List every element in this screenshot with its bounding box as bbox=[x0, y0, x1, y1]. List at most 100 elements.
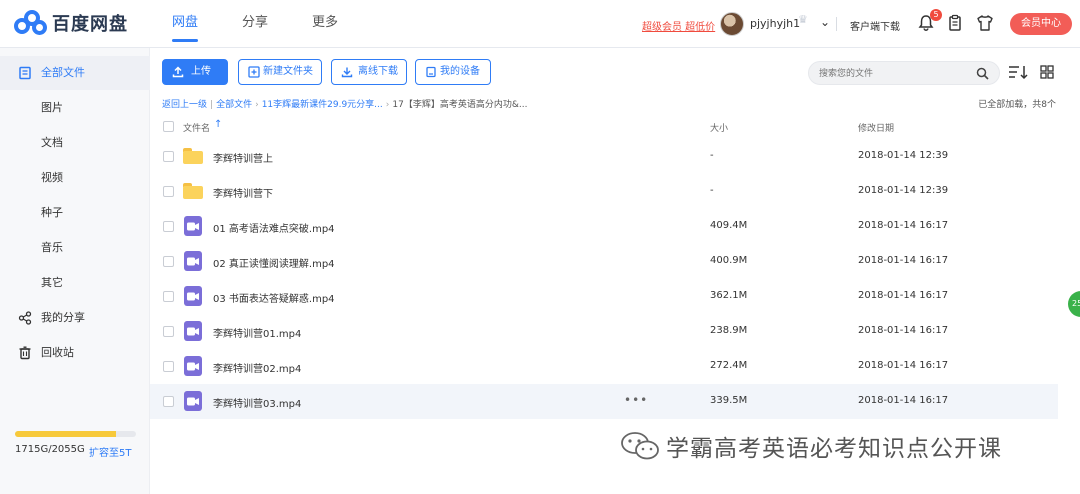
sidebar-item-label: 回收站 bbox=[41, 346, 74, 359]
file-name[interactable]: 02 真正读懂阅读理解.mp4 bbox=[213, 255, 335, 270]
sidebar-item-label: 文档 bbox=[41, 136, 63, 149]
breadcrumb-current: 17【李辉】高考英语高分内功&... bbox=[392, 100, 528, 110]
folder-icon bbox=[183, 181, 203, 201]
file-size: 238.9M bbox=[710, 325, 748, 336]
table-row[interactable]: 02 真正读懂阅读理解.mp4 400.9M 2018-01-14 16:17 bbox=[150, 244, 1058, 279]
sidebar: 全部文件 图片 文档 视频 种子 音乐 其它 我的分享 回收站 1715G/20… bbox=[0, 48, 150, 494]
row-checkbox[interactable] bbox=[163, 326, 174, 337]
select-all-checkbox[interactable] bbox=[163, 121, 174, 132]
sidebar-item-torrents[interactable]: 种子 bbox=[0, 196, 150, 230]
brand-name: 百度网盘 bbox=[52, 14, 128, 35]
top-header: 百度网盘 网盘 分享 更多 超级会员 超低价 pjyjhyjh1 ♛ ⌄ 客户端… bbox=[0, 0, 1080, 48]
my-devices-button[interactable]: 我的设备 bbox=[415, 59, 491, 85]
file-name[interactable]: 李辉特训营上 bbox=[213, 150, 273, 165]
expand-storage-link[interactable]: 扩容至5T bbox=[89, 444, 131, 459]
sidebar-item-recycle-bin[interactable]: 回收站 bbox=[0, 336, 150, 370]
table-row[interactable]: 李辉特训营03.mp4 ••• 339.5M 2018-01-14 16:17 bbox=[150, 384, 1058, 419]
nav-tab-netdisk[interactable]: 网盘 bbox=[172, 0, 199, 48]
file-modified-date: 2018-01-14 12:39 bbox=[858, 185, 949, 196]
sidebar-item-other[interactable]: 其它 bbox=[0, 266, 150, 300]
chevron-down-icon[interactable]: ⌄ bbox=[820, 15, 830, 29]
sort-icon[interactable] bbox=[1008, 64, 1028, 80]
username[interactable]: pjyjhyjh1 bbox=[750, 17, 800, 30]
storage-quota-text: 1715G/2055G bbox=[15, 444, 85, 455]
sidebar-item-documents[interactable]: 文档 bbox=[0, 126, 150, 160]
column-header-size[interactable]: 大小 bbox=[710, 121, 728, 134]
divider bbox=[836, 17, 837, 31]
new-folder-icon bbox=[248, 66, 260, 78]
baidu-cloud-logo-icon bbox=[14, 10, 48, 36]
my-devices-label: 我的设备 bbox=[440, 66, 480, 77]
row-checkbox[interactable] bbox=[163, 396, 174, 407]
row-checkbox[interactable] bbox=[163, 291, 174, 302]
sidebar-item-label: 视频 bbox=[41, 171, 63, 184]
column-header-name[interactable]: 文件名 bbox=[183, 121, 210, 134]
logo[interactable]: 百度网盘 bbox=[14, 10, 128, 36]
column-header-date[interactable]: 修改日期 bbox=[858, 121, 894, 134]
folder-icon bbox=[183, 146, 203, 166]
file-name[interactable]: 李辉特训营02.mp4 bbox=[213, 360, 301, 375]
file-modified-date: 2018-01-14 16:17 bbox=[858, 325, 949, 336]
sidebar-item-videos[interactable]: 视频 bbox=[0, 161, 150, 195]
sidebar-item-label: 图片 bbox=[41, 101, 63, 114]
video-file-icon bbox=[183, 356, 203, 376]
offline-download-button[interactable]: 离线下载 bbox=[331, 59, 407, 85]
breadcrumb-back[interactable]: 返回上一级 bbox=[162, 100, 207, 110]
table-row[interactable]: 李辉特训营下 - 2018-01-14 12:39 bbox=[150, 174, 1058, 209]
row-checkbox[interactable] bbox=[163, 361, 174, 372]
member-center-button[interactable]: 会员中心 bbox=[1010, 13, 1072, 35]
search-icon[interactable] bbox=[976, 67, 989, 80]
breadcrumb-all-files[interactable]: 全部文件 bbox=[216, 100, 252, 110]
video-file-icon bbox=[183, 286, 203, 306]
search-input[interactable] bbox=[819, 66, 969, 82]
sidebar-item-label: 其它 bbox=[41, 276, 63, 289]
storage-quota-bar bbox=[15, 431, 136, 437]
grid-view-icon[interactable] bbox=[1040, 65, 1054, 79]
nav-tab-share[interactable]: 分享 bbox=[242, 0, 268, 48]
sidebar-item-all-files[interactable]: 全部文件 bbox=[0, 56, 150, 90]
sidebar-item-images[interactable]: 图片 bbox=[0, 91, 150, 125]
storage-quota-fill bbox=[15, 431, 116, 437]
sidebar-item-my-share[interactable]: 我的分享 bbox=[0, 301, 150, 335]
file-name[interactable]: 03 书面表达答疑解惑.mp4 bbox=[213, 290, 335, 305]
sidebar-item-music[interactable]: 音乐 bbox=[0, 231, 150, 265]
nav-tab-more[interactable]: 更多 bbox=[312, 0, 338, 48]
video-file-icon bbox=[183, 321, 203, 341]
file-size: - bbox=[710, 185, 714, 196]
table-row[interactable]: 李辉特训营上 - 2018-01-14 12:39 bbox=[150, 139, 1058, 174]
upload-label: 上传 bbox=[191, 66, 211, 77]
table-row[interactable]: 01 高考语法难点突破.mp4 409.4M 2018-01-14 16:17 bbox=[150, 209, 1058, 244]
file-name[interactable]: 李辉特训营下 bbox=[213, 185, 273, 200]
row-checkbox[interactable] bbox=[163, 221, 174, 232]
clipboard-icon[interactable] bbox=[946, 14, 964, 35]
vip-promo-link[interactable]: 超级会员 超低价 bbox=[642, 18, 715, 33]
file-name[interactable]: 李辉特训营03.mp4 bbox=[213, 395, 301, 410]
sidebar-item-label: 全部文件 bbox=[41, 66, 85, 79]
crown-icon: ♛ bbox=[798, 13, 808, 26]
more-actions-icon[interactable]: ••• bbox=[624, 393, 648, 407]
file-name[interactable]: 01 高考语法难点突破.mp4 bbox=[213, 220, 335, 235]
row-checkbox[interactable] bbox=[163, 151, 174, 162]
trash-icon bbox=[19, 346, 31, 360]
tshirt-skin-icon[interactable] bbox=[976, 14, 994, 35]
all-files-icon bbox=[19, 66, 31, 80]
breadcrumb-parent[interactable]: 11李辉最新课件29.9元分享... bbox=[262, 100, 383, 110]
avatar[interactable] bbox=[720, 12, 744, 36]
watermark: 学霸高考英语必考知识点公开课 bbox=[620, 428, 1002, 464]
watermark-text: 学霸高考英语必考知识点公开课 bbox=[666, 436, 1002, 462]
notification-badge: 5 bbox=[930, 9, 942, 21]
row-checkbox[interactable] bbox=[163, 256, 174, 267]
table-row[interactable]: 李辉特训营01.mp4 238.9M 2018-01-14 16:17 bbox=[150, 314, 1058, 349]
table-row[interactable]: 李辉特训营02.mp4 272.4M 2018-01-14 16:17 bbox=[150, 349, 1058, 384]
file-name[interactable]: 李辉特训营01.mp4 bbox=[213, 325, 301, 340]
loaded-count: 已全部加载，共8个 bbox=[978, 100, 1056, 110]
client-download-link[interactable]: 客户端下载 bbox=[850, 18, 900, 33]
row-checkbox[interactable] bbox=[163, 186, 174, 197]
file-modified-date: 2018-01-14 16:17 bbox=[858, 290, 949, 301]
floating-side-badge[interactable]: 25 bbox=[1068, 291, 1080, 317]
device-icon bbox=[426, 66, 436, 78]
new-folder-button[interactable]: 新建文件夹 bbox=[238, 59, 322, 85]
upload-button[interactable]: 上传 bbox=[162, 59, 228, 85]
sort-arrow-up-icon[interactable]: ↑ bbox=[214, 119, 222, 130]
table-row[interactable]: 03 书面表达答疑解惑.mp4 362.1M 2018-01-14 16:17 bbox=[150, 279, 1058, 314]
